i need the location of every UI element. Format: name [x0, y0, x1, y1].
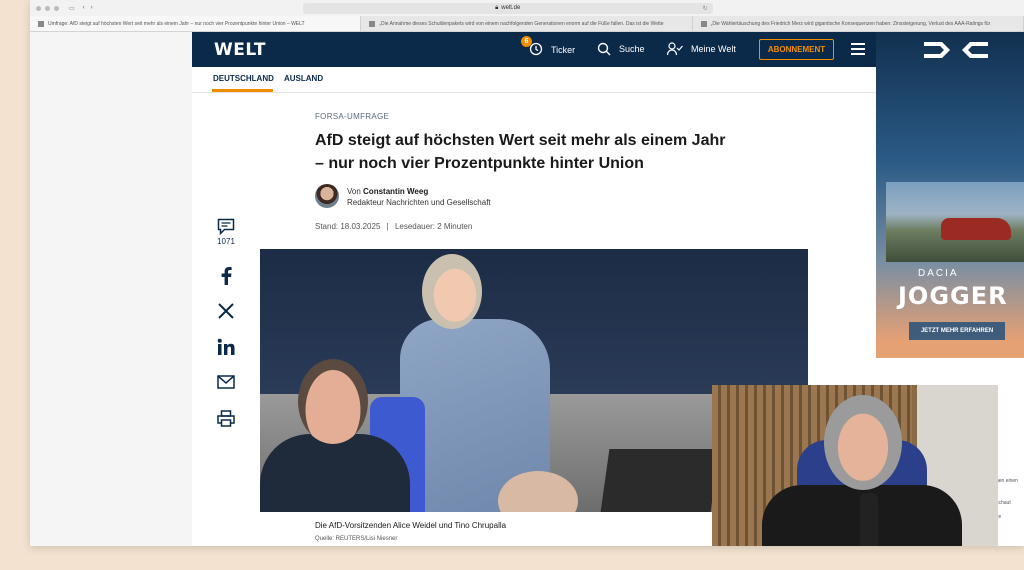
dacia-logo-icon: [922, 40, 990, 60]
lock-icon: 🔒︎: [495, 4, 499, 11]
search-icon: [597, 42, 611, 56]
byline-prefix: Von: [347, 187, 361, 196]
ticker-label: Ticker: [551, 45, 576, 55]
ad-title: JOGGER: [898, 282, 1008, 310]
article-date: Stand: 18.03.2025: [315, 222, 381, 231]
share-x-button[interactable]: [214, 303, 238, 319]
welt-logo[interactable]: WELT: [214, 40, 266, 60]
facebook-icon: [221, 267, 232, 285]
author-role: Redakteur Nachrichten und Gesellschaft: [347, 198, 491, 207]
ad-text-fragment: nen einen: [996, 478, 1018, 484]
meta-separator: |: [386, 222, 389, 231]
subscribe-button[interactable]: ABONNEMENT: [759, 39, 834, 60]
user-check-icon: [667, 42, 683, 56]
nav-item-ausland[interactable]: AUSLAND: [284, 74, 323, 83]
ad-text-fragment: schaut: [996, 500, 1011, 506]
author-avatar[interactable]: [315, 184, 339, 208]
browser-tab[interactable]: „Die Wählertäuschung des Friedrich Merz …: [693, 16, 1024, 31]
ticker-link[interactable]: 6 Ticker: [521, 36, 576, 58]
ticker-badge: 6: [521, 36, 532, 47]
menu-icon[interactable]: [851, 43, 865, 58]
print-button[interactable]: [214, 410, 238, 427]
forward-icon[interactable]: ›: [91, 5, 93, 11]
browser-tab[interactable]: „Die Annahme dieses Schuldenpakets wird …: [361, 16, 693, 31]
tab-label: „Die Annahme dieses Schuldenpakets wird …: [379, 20, 664, 27]
comment-icon: [217, 218, 235, 235]
webcam-overlay: [712, 385, 998, 546]
section-nav: DEUTSCHLAND AUSLAND: [192, 67, 876, 93]
favicon-icon: [369, 20, 376, 27]
tab-bar: Umfrage: AfD steigt auf höchsten Wert se…: [30, 16, 1024, 32]
article-headline: AfD steigt auf höchsten Wert seit mehr a…: [315, 132, 726, 172]
search-link[interactable]: Suche: [597, 42, 645, 56]
sidebar-toggle-icon[interactable]: ▭: [69, 5, 75, 12]
site-header: WELT 6 Ticker Suche Meine Welt ABONNEMEN…: [192, 32, 876, 67]
account-label: Meine Welt: [691, 44, 736, 54]
reload-icon[interactable]: ↻: [703, 5, 708, 12]
account-link[interactable]: Meine Welt: [667, 42, 736, 56]
search-label: Suche: [619, 44, 645, 54]
comments-button[interactable]: 1071: [214, 218, 238, 246]
ad-brand-text: DACIA: [918, 268, 959, 279]
tab-label: „Die Wählertäuschung des Friedrich Merz …: [710, 20, 991, 27]
url-text: welt.de: [501, 5, 521, 11]
window-controls[interactable]: [36, 5, 59, 11]
author-name-link[interactable]: Constantin Weeg: [363, 187, 428, 196]
ad-cta-button[interactable]: JETZT MEHR ERFAHREN: [909, 322, 1005, 340]
address-bar[interactable]: 🔒︎ welt.de ↻: [302, 2, 713, 14]
tab-label: Umfrage: AfD steigt auf höchsten Wert se…: [48, 20, 305, 27]
active-tab-indicator: [212, 89, 273, 92]
share-linkedin-button[interactable]: [214, 338, 238, 356]
favicon-icon: [38, 20, 44, 27]
article-meta: Stand: 18.03.2025 | Lesedauer: 2 Minuten: [315, 222, 472, 231]
back-icon[interactable]: ‹: [83, 5, 85, 11]
share-facebook-button[interactable]: [214, 267, 238, 285]
linkedin-icon: [217, 338, 235, 355]
browser-toolbar: ▭ ‹ › 🔒︎ welt.de ↻: [30, 0, 1024, 16]
browser-tab[interactable]: Umfrage: AfD steigt auf höchsten Wert se…: [30, 16, 362, 31]
author-byline: Von Constantin Weeg Redakteur Nachrichte…: [347, 186, 491, 208]
image-caption: Die AfD-Vorsitzenden Alice Weidel und Ti…: [315, 521, 507, 530]
image-source: Quelle: REUTERS/Lisi Niesner: [315, 536, 398, 542]
nav-item-deutschland[interactable]: DEUTSCHLAND: [213, 74, 274, 83]
microphone-icon: [860, 493, 878, 546]
x-icon: [218, 303, 234, 319]
comment-count: 1071: [217, 237, 235, 246]
reading-time: Lesedauer: 2 Minuten: [394, 222, 473, 231]
ad-car-image: [886, 182, 1024, 262]
favicon-icon: [700, 20, 707, 27]
print-icon: [217, 410, 235, 427]
share-email-button[interactable]: [214, 375, 238, 389]
mail-icon: [217, 375, 235, 389]
article-kicker: FORSA-UMFRAGE: [315, 112, 390, 121]
